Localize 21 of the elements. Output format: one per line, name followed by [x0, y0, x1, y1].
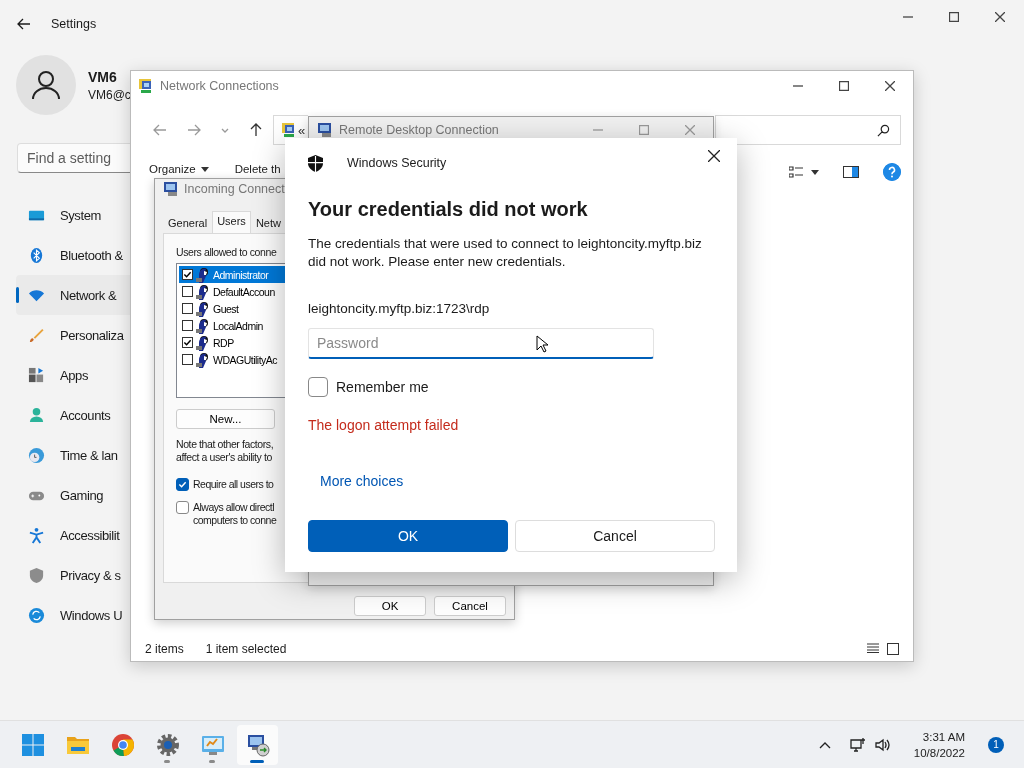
note-text: affect a user's ability to [176, 451, 273, 464]
username-text: leightoncity.myftp.biz:1723\rdp [308, 301, 490, 316]
item-count: 2 items [145, 642, 184, 656]
users-label: Users allowed to conne [176, 246, 277, 258]
user-email: VM6@c [88, 87, 131, 102]
clock-date: 10/8/2022 [913, 745, 965, 761]
option-label: Always allow directl [193, 501, 276, 514]
message-text: The credentials that were used to connect to leightoncity.myftp.biz did not work. Please enter new credentials. [308, 235, 703, 271]
dialog-heading: Your credentials did not work [308, 198, 588, 221]
window-title: Settings [51, 17, 97, 31]
dialog-title: Windows Security [347, 156, 447, 170]
note-text: Note that other factors, [176, 438, 274, 451]
error-text: The logon attempt failed [308, 417, 459, 433]
dialog-title: Incoming Connect [184, 182, 285, 196]
option-label: Require all users to [193, 478, 274, 491]
window-title: Remote Desktop Connection [339, 123, 499, 137]
selection-count: 1 item selected [205, 642, 287, 656]
user-name: VM6 [88, 68, 117, 85]
clock-time: 3:31 AM [922, 729, 965, 745]
window-title: Network Connections [160, 79, 279, 93]
option-label: computers to conne [193, 514, 277, 527]
